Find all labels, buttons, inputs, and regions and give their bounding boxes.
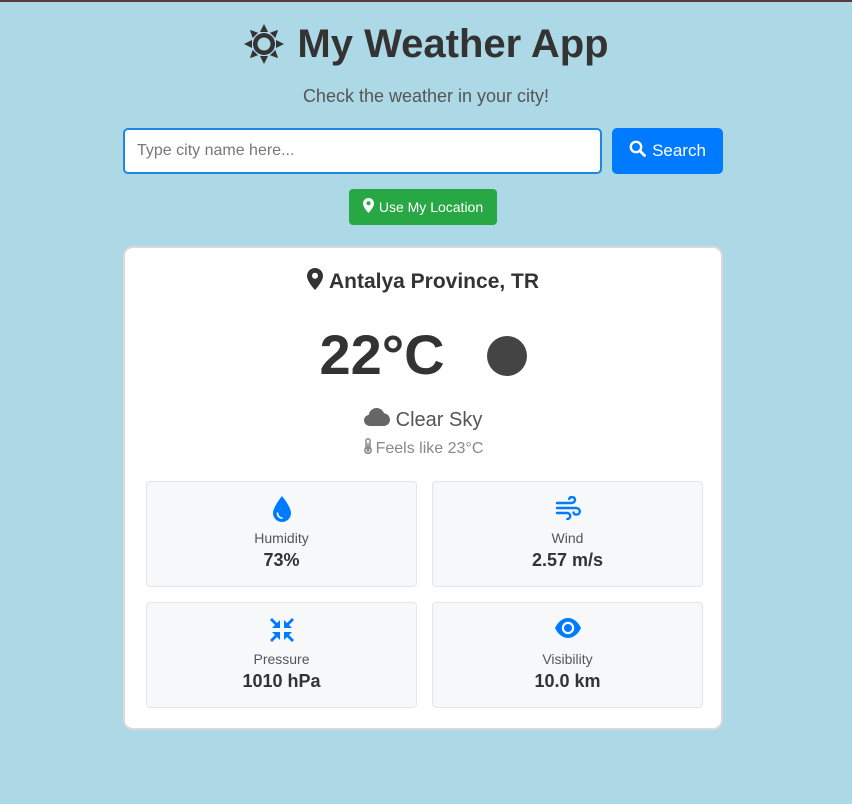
map-marker-icon xyxy=(306,268,323,296)
visibility-tile: Visibility 10.0 km xyxy=(432,602,703,708)
weather-description-row: Clear Sky xyxy=(125,408,721,432)
wind-label: Wind xyxy=(551,530,584,546)
search-button[interactable]: Search xyxy=(612,128,723,174)
subtitle: Check the weather in your city! xyxy=(302,86,550,106)
use-location-button[interactable]: Use My Location xyxy=(349,189,497,225)
weather-card: Antalya Province, TR 22°C Clear Sky Feel… xyxy=(123,246,723,730)
weather-condition-icon xyxy=(486,335,527,376)
humidity-tile: Humidity 73% xyxy=(146,481,417,587)
compress-icon xyxy=(269,617,295,645)
feels-like: Feels like 23°C xyxy=(375,439,484,457)
use-location-label: Use My Location xyxy=(378,199,484,215)
pressure-tile: Pressure 1010 hPa xyxy=(146,602,417,708)
droplet-icon xyxy=(272,496,291,524)
search-input[interactable] xyxy=(123,128,602,174)
humidity-value: 73% xyxy=(263,550,300,570)
wind-icon xyxy=(555,495,581,524)
visibility-label: Visibility xyxy=(542,651,593,667)
temperature: 22°C xyxy=(319,323,445,386)
header: My Weather App Check the weather in your… xyxy=(0,2,852,107)
weather-description: Clear Sky xyxy=(395,408,483,431)
eye-icon xyxy=(554,617,582,645)
visibility-value: 10.0 km xyxy=(534,671,601,691)
search-bar: Search xyxy=(123,128,723,174)
page-title: My Weather App xyxy=(297,22,609,66)
wind-value: 2.57 m/s xyxy=(531,550,604,570)
cloud-icon xyxy=(363,408,390,432)
search-icon xyxy=(629,140,646,162)
search-button-label: Search xyxy=(652,141,706,160)
pressure-label: Pressure xyxy=(253,651,310,667)
title-row: My Weather App xyxy=(0,20,852,68)
city-heading: Antalya Province, TR xyxy=(125,268,721,296)
wind-tile: Wind 2.57 m/s xyxy=(432,481,703,587)
feels-like-row: Feels like 23°C xyxy=(125,438,721,459)
sun-icon xyxy=(243,23,285,65)
humidity-label: Humidity xyxy=(254,530,309,546)
pressure-value: 1010 hPa xyxy=(242,671,321,691)
temperature-row: 22°C xyxy=(125,322,721,387)
thermometer-icon xyxy=(363,438,373,459)
map-marker-icon xyxy=(362,198,374,216)
city-name: Antalya Province, TR xyxy=(328,270,540,293)
